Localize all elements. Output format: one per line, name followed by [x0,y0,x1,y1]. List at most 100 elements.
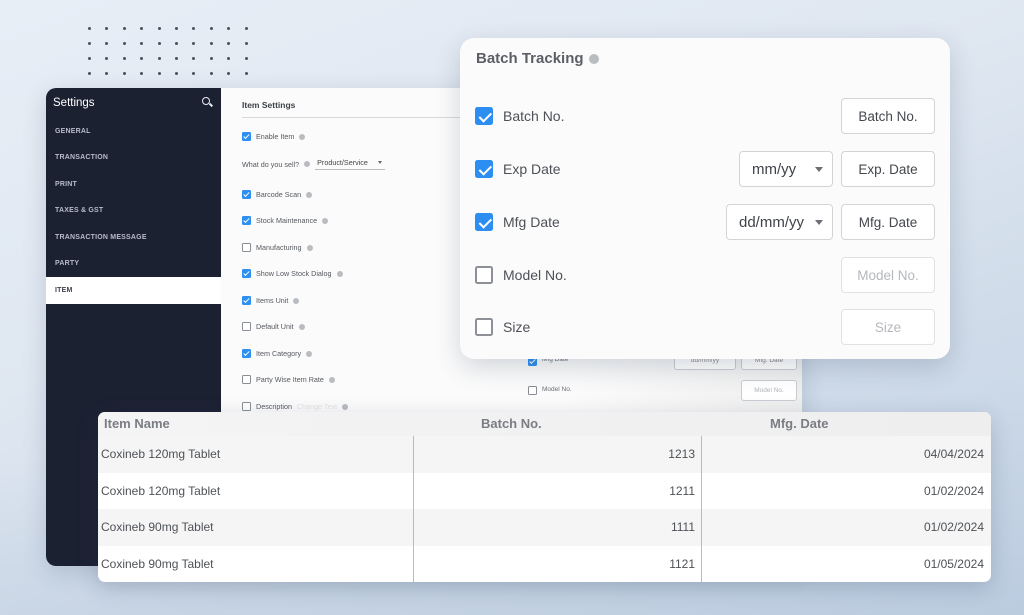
decorative-dot [192,57,196,60]
mfg-date-checkbox[interactable] [475,213,493,231]
option-label: Items Unit [256,296,289,305]
title-text: Batch Tracking [476,50,584,67]
search-icon[interactable] [202,97,214,109]
decorative-dot [88,57,91,60]
sidebar-item-label: ITEM [55,286,73,294]
input-text: Exp. Date [858,161,918,177]
info-icon[interactable] [306,244,313,251]
sidebar-item-general[interactable]: GENERAL [46,118,221,145]
column-header-mfg-date[interactable]: Mfg. Date [770,416,829,431]
ghost-input-value: Model No. [754,387,784,394]
cell-mfg-date: 04/04/2024 [923,447,984,461]
option-show-low-stock-dialog[interactable]: Show Low Stock Dialog [242,269,343,278]
decorative-dot [192,42,196,45]
checkbox[interactable] [242,296,251,305]
decorative-dot [227,72,231,75]
model-no-input[interactable]: Model No. [841,257,935,293]
size-input[interactable]: Size [841,309,935,345]
option-label: Stock Maintenance [256,216,318,225]
model-no-checkbox[interactable] [475,266,493,284]
select-value: dd/mm/yy [739,213,805,231]
info-icon[interactable] [588,53,599,64]
table-row[interactable]: Coxineb 90mg Tablet 1121 01/05/2024 [98,546,991,583]
column-header-batch-no[interactable]: Batch No. [481,416,542,431]
info-icon[interactable] [306,350,313,357]
mfg-date-format-select[interactable]: dd/mm/yy [726,204,833,240]
batch-no-checkbox[interactable] [475,107,493,125]
sidebar-item-item[interactable]: ITEM [46,277,221,304]
decorative-dot [192,72,196,75]
checkbox[interactable] [242,375,251,384]
decorative-dot [105,72,109,75]
sidebar-item-label: TAXES & GST [55,207,104,215]
info-icon[interactable] [304,161,311,167]
sidebar-item-party[interactable]: PARTY [46,251,221,278]
checkbox[interactable] [242,132,251,141]
option-default-unit[interactable]: Default Unit [242,322,305,331]
row-label: Size [503,319,531,335]
option-label: Manufacturing [256,243,302,252]
what-sell-dropdown[interactable]: Product/Service [315,158,386,170]
decorative-dot [244,27,248,30]
decorative-dot [227,27,231,30]
sidebar-item-taxes-gst[interactable]: TAXES & GST [46,198,221,225]
batch-row-exp-date: Exp Date mm/yy Exp. Date [475,151,935,187]
option-item-category[interactable]: Item Category [242,349,313,358]
checkbox[interactable] [242,322,251,331]
info-icon[interactable] [306,191,313,198]
checkbox[interactable] [242,349,251,358]
option-items-unit[interactable]: Items Unit [242,296,300,305]
chevron-down-icon [378,161,383,164]
description-extra-text: Change Text [296,402,338,411]
option-label: Description [256,402,292,411]
sidebar-header: Settings [46,88,221,118]
option-description[interactable]: Description Change Text [242,402,349,411]
info-icon[interactable] [299,133,306,140]
option-manufacturing[interactable]: Manufacturing [242,243,313,252]
option-party-wise-item-rate[interactable]: Party Wise Item Rate [242,375,335,384]
batch-row-batch-no: Batch No. Batch No. [475,98,935,134]
exp-date-checkbox[interactable] [475,160,493,178]
info-icon[interactable] [298,323,305,330]
checkbox[interactable] [242,269,251,278]
table-header: Item Name Batch No. Mfg. Date [98,412,991,436]
sidebar-item-label: GENERAL [55,127,91,135]
checkbox[interactable] [242,190,251,199]
mfg-date-input[interactable]: Mfg. Date [841,204,935,240]
sidebar-item-transaction-message[interactable]: TRANSACTION MESSAGE [46,224,221,251]
table-row[interactable]: Coxineb 120mg Tablet 1213 04/04/2024 [98,436,991,473]
dropdown-value: Product/Service [317,158,368,167]
sidebar-item-label: TRANSACTION MESSAGE [55,233,147,241]
option-stock-maintenance[interactable]: Stock Maintenance [242,216,329,225]
option-barcode-scan[interactable]: Barcode Scan [242,190,313,199]
info-icon[interactable] [342,403,349,410]
option-enable-item[interactable]: Enable Item [242,132,306,141]
decorative-dot [244,42,248,45]
sidebar-item-print[interactable]: PRINT [46,171,221,198]
checkbox[interactable] [242,216,251,225]
table-row[interactable]: Coxineb 90mg Tablet 1111 01/02/2024 [98,509,991,546]
info-icon[interactable] [293,297,300,304]
table-body: Coxineb 120mg Tablet 1213 04/04/2024 Cox… [98,436,991,582]
batch-no-input[interactable]: Batch No. [841,98,935,134]
size-checkbox[interactable] [475,318,493,336]
exp-date-format-select[interactable]: mm/yy [739,151,833,187]
decorative-dot [122,72,126,75]
sidebar-item-transaction[interactable]: TRANSACTION [46,145,221,172]
checkbox[interactable] [242,402,251,411]
cell-mfg-date: 01/02/2024 [923,483,984,498]
decorative-dot [140,27,144,30]
ghost-label: Model No. [542,386,572,393]
decorative-dot [209,72,213,75]
decorative-dot [209,57,213,60]
table-row[interactable]: Coxineb 120mg Tablet 1211 01/02/2024 [98,473,991,510]
info-icon[interactable] [322,217,329,224]
cell-batch-no: 1211 [669,483,695,498]
column-header-item-name[interactable]: Item Name [104,416,170,431]
checkbox[interactable] [242,243,251,252]
decorative-dot [174,27,178,30]
exp-date-input[interactable]: Exp. Date [841,151,935,187]
batch-row-size: Size Size [475,309,935,345]
info-icon[interactable] [328,376,335,383]
info-icon[interactable] [336,270,343,277]
